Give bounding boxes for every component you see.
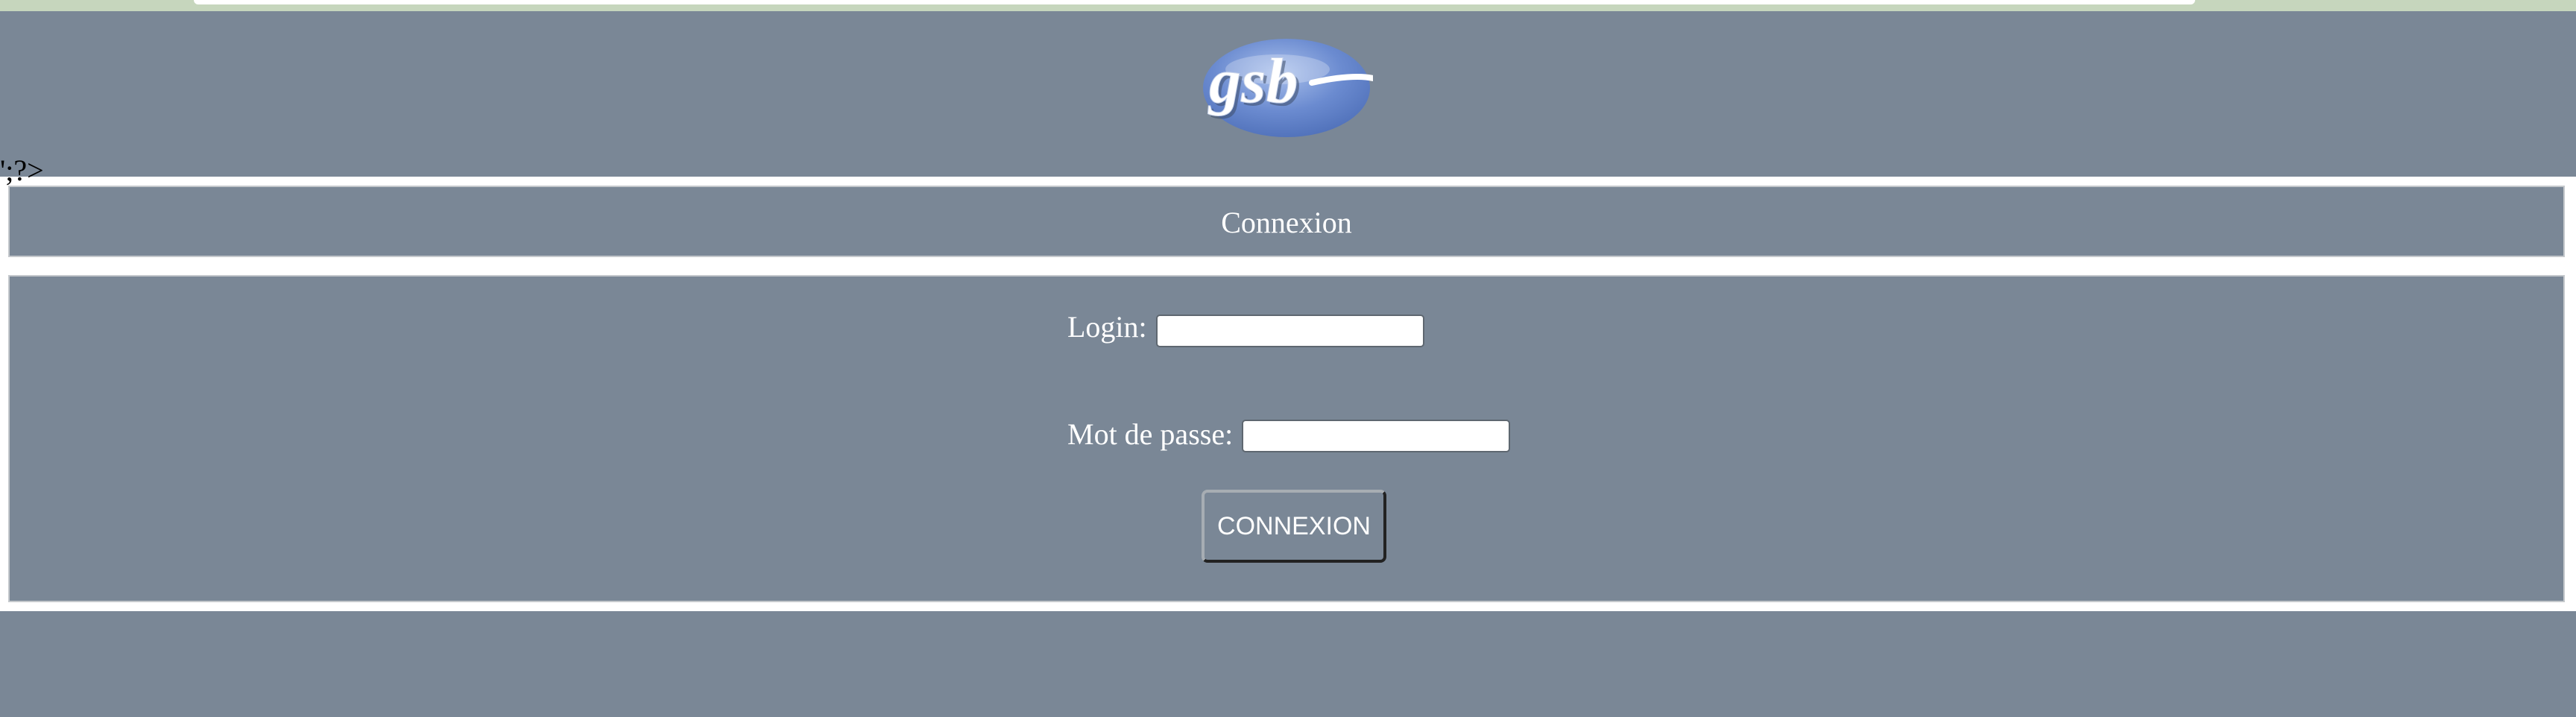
connexion-button[interactable]: CONNEXION <box>1202 490 1386 563</box>
svg-text:gsb: gsb <box>1208 45 1298 116</box>
page-header: gsb gsb ';?> <box>0 11 2576 187</box>
gsb-logo: gsb gsb <box>1203 39 1373 137</box>
page-title: Connexion <box>1221 206 1352 239</box>
browser-top-strip <box>0 0 2576 11</box>
login-input[interactable] <box>1156 315 1424 347</box>
stray-php-text: ';?> <box>0 154 44 187</box>
password-label: Mot de passe: <box>1067 417 1234 451</box>
login-label: Login: <box>1067 310 1147 344</box>
password-input[interactable] <box>1242 420 1510 452</box>
page-footer <box>0 611 2576 717</box>
browser-tab-edge <box>194 0 2195 4</box>
title-bar: Connexion <box>8 186 2565 257</box>
login-form: Login: Mot de passe: CONNEXION <box>8 275 2565 602</box>
